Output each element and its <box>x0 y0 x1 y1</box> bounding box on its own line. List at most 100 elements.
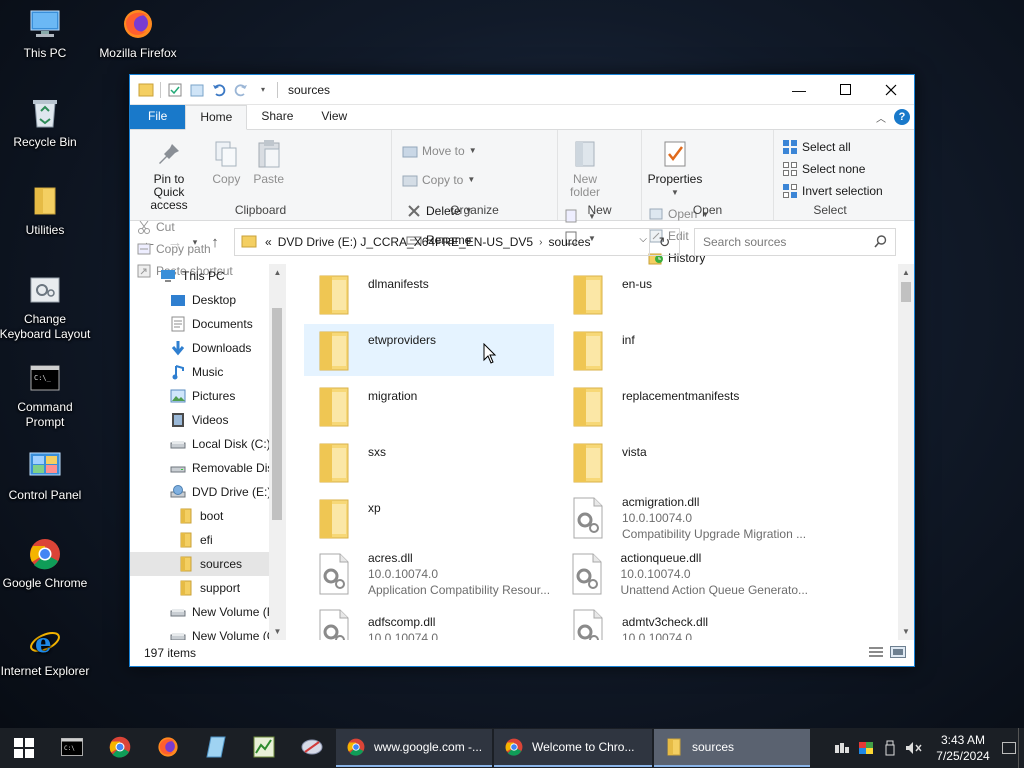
properties-button[interactable]: Properties ▼ <box>646 134 704 201</box>
file-list-scrollbar[interactable]: ▲ ▼ <box>898 264 914 640</box>
tab-share[interactable]: Share <box>247 105 307 129</box>
nav-tree-item[interactable]: Music <box>130 360 270 384</box>
taskbar-snipping-tool[interactable] <box>288 728 336 768</box>
chevron-right-icon[interactable]: › <box>539 237 542 248</box>
breadcrumb-overflow[interactable]: « <box>265 235 272 249</box>
folder-item[interactable]: migration <box>304 380 554 432</box>
taskbar-task-sources[interactable]: sources <box>654 729 810 767</box>
folder-item[interactable]: etwproviders <box>304 324 554 376</box>
new-folder-button[interactable]: New folder <box>562 134 608 201</box>
notifications-icon[interactable] <box>1000 728 1018 768</box>
desktop-icon-recycle-bin[interactable]: Recycle Bin <box>0 95 93 150</box>
desktop-icon-firefox[interactable]: Mozilla Firefox <box>90 6 186 61</box>
system-clock[interactable]: 3:43 AM 7/25/2024 <box>926 732 1000 764</box>
details-view-icon[interactable] <box>868 646 884 661</box>
nav-tree-item[interactable]: Videos <box>130 408 270 432</box>
folder-item[interactable]: vista <box>558 436 808 488</box>
nav-tree-item[interactable]: Removable Dis <box>130 456 273 480</box>
file-item[interactable]: actionqueue.dll 10.0.10074.0 Unattend Acti… <box>558 548 808 600</box>
tab-view[interactable]: View <box>307 105 361 129</box>
nav-tree-item[interactable]: New Volume (C <box>130 624 275 640</box>
maximize-button[interactable] <box>822 75 868 105</box>
navigation-pane-scrollbar[interactable]: ▲ ▼ <box>269 264 286 640</box>
taskbar-command-prompt[interactable]: C:\ <box>48 728 96 768</box>
nav-tree-item[interactable]: Downloads <box>130 336 270 360</box>
breadcrumb-dvd-drive[interactable]: DVD Drive (E:) J_CCRA_X64FRE_EN-US_DV5 <box>278 235 533 249</box>
undo-icon[interactable] <box>211 82 227 98</box>
help-icon[interactable]: ? <box>894 109 910 125</box>
explorer-window[interactable]: ▾ sources — File Home Share View ︿ ? Pin… <box>129 74 915 667</box>
scroll-up-arrow[interactable]: ▲ <box>898 264 914 281</box>
paste-button[interactable]: Paste <box>249 134 289 188</box>
nav-tree-item[interactable]: sources <box>130 552 270 576</box>
select-none-button[interactable]: Select none <box>780 158 885 180</box>
folder-item[interactable]: replacementmanifests <box>558 380 808 432</box>
taskbar-chrome[interactable] <box>96 728 144 768</box>
desktop-icon-internet-explorer[interactable]: e Internet Explorer <box>0 624 93 679</box>
nav-tree-item[interactable]: This PC <box>130 264 270 288</box>
file-item[interactable]: admtv3check.dll 10.0.10074.0 <box>558 604 808 640</box>
taskbar-task-welcome-chrome[interactable]: Welcome to Chro... <box>494 729 652 767</box>
minimize-button[interactable]: — <box>776 75 822 105</box>
scroll-thumb[interactable] <box>901 282 911 302</box>
folder-item[interactable]: en-us <box>558 268 808 320</box>
start-button[interactable] <box>0 728 48 768</box>
copy-to-button[interactable]: Copy to ▼ <box>400 165 479 194</box>
invert-selection-button[interactable]: Invert selection <box>780 180 885 202</box>
nav-tree-item[interactable]: Local Disk (C:) <box>130 432 271 456</box>
file-list[interactable]: dlmanifests en-us etwproviders inf migration… <box>286 264 914 640</box>
chevron-down-icon[interactable]: ⌵ <box>639 234 647 245</box>
scroll-down-arrow[interactable]: ▼ <box>269 623 286 640</box>
cut-button[interactable]: Cut <box>134 216 235 238</box>
nav-tree-item[interactable]: DVD Drive (E:) J <box>130 480 281 504</box>
desktop-icon-chrome[interactable]: Google Chrome <box>0 536 93 591</box>
close-button[interactable] <box>868 75 914 105</box>
tab-home[interactable]: Home <box>185 105 248 130</box>
file-item[interactable]: adfscomp.dll 10.0.10074.0 <box>304 604 554 640</box>
tab-file[interactable]: File <box>130 105 186 129</box>
folder-item[interactable]: dlmanifests <box>304 268 554 320</box>
breadcrumb-sources[interactable]: sources <box>548 235 590 249</box>
search-input[interactable]: Search sources <box>694 228 896 256</box>
file-item[interactable]: acmigration.dll 10.0.10074.0 Compatibility… <box>558 492 808 544</box>
folder-item[interactable]: inf <box>558 324 808 376</box>
nav-tree-item[interactable]: New Volume (F <box>130 600 274 624</box>
copy-path-button[interactable]: Copy path <box>134 238 235 260</box>
desktop-icon-utilities[interactable]: Utilities <box>0 183 93 238</box>
desktop-icon-command-prompt[interactable]: C:\_ Command Prompt <box>0 360 93 430</box>
properties-icon[interactable] <box>167 82 183 98</box>
show-desktop-button[interactable] <box>1018 728 1024 768</box>
taskbar-notepad[interactable] <box>192 728 240 768</box>
folder-item[interactable]: sxs <box>304 436 554 488</box>
large-icons-view-icon[interactable] <box>890 646 906 661</box>
scroll-up-arrow[interactable]: ▲ <box>269 264 286 281</box>
taskbar-firefox[interactable] <box>144 728 192 768</box>
redo-icon[interactable] <box>233 82 249 98</box>
customize-toolbar-icon[interactable]: ▾ <box>255 82 271 98</box>
move-to-button[interactable]: Move to ▼ <box>400 136 479 165</box>
desktop-icon-this-pc[interactable]: This PC <box>0 6 93 61</box>
usb-device-icon[interactable] <box>878 728 902 768</box>
select-all-button[interactable]: Select all <box>780 136 885 158</box>
nav-tree-item[interactable]: efi <box>130 528 270 552</box>
collapse-ribbon-icon[interactable]: ︿ <box>876 110 886 125</box>
nav-tree-item[interactable]: Documents <box>130 312 270 336</box>
desktop-icon-control-panel[interactable]: Control Panel <box>0 448 93 503</box>
nav-tree-item[interactable]: Desktop <box>130 288 270 312</box>
nav-tree-item[interactable]: support <box>130 576 270 600</box>
pin-to-quick-access-button[interactable]: Pin to Quick access <box>134 134 204 214</box>
file-item[interactable]: acres.dll 10.0.10074.0 Application Compati… <box>304 548 554 600</box>
scroll-down-arrow[interactable]: ▼ <box>898 623 914 640</box>
desktop-icon-change-keyboard[interactable]: Change Keyboard Layout <box>0 272 93 342</box>
new-folder-icon[interactable] <box>189 82 205 98</box>
folder-item[interactable]: xp <box>304 492 554 544</box>
network-adapter-icon[interactable] <box>830 728 854 768</box>
navigation-pane[interactable]: This PC Desktop Documents Downloads Music Pic… <box>130 264 286 640</box>
copy-button[interactable]: Copy <box>207 134 245 188</box>
address-bar[interactable]: « DVD Drive (E:) J_CCRA_X64FRE_EN-US_DV5… <box>234 228 680 256</box>
title-bar[interactable]: ▾ sources — <box>130 75 914 105</box>
scroll-thumb[interactable] <box>272 308 282 520</box>
taskbar-task-google[interactable]: www.google.com -... <box>336 729 492 767</box>
taskbar-task-manager[interactable] <box>240 728 288 768</box>
nav-tree-item[interactable]: Pictures <box>130 384 270 408</box>
